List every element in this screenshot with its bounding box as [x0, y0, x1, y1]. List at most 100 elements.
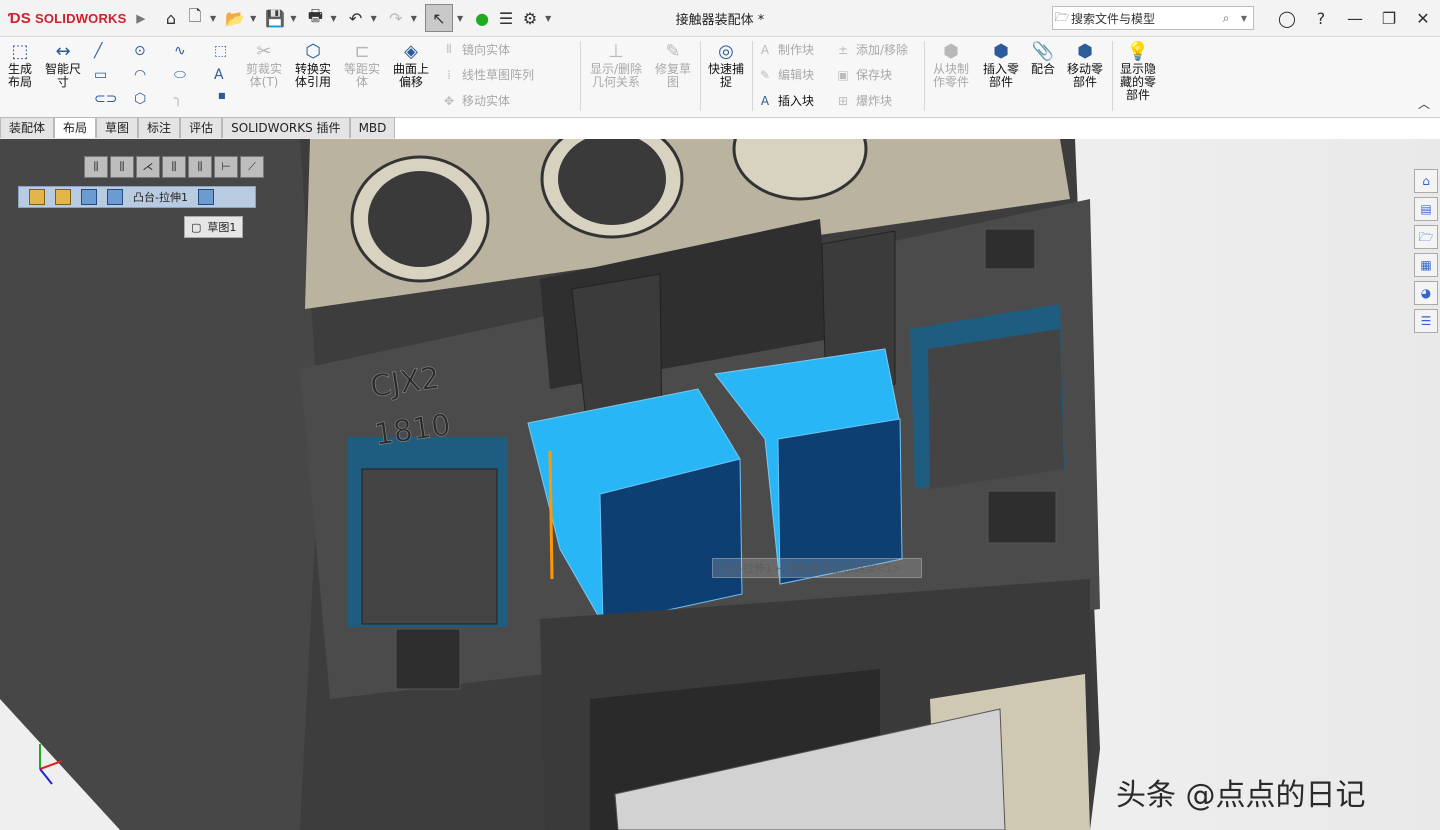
sketch-tool-icon[interactable]: ⟋	[240, 156, 264, 178]
file-properties-icon[interactable]: ☰	[495, 5, 517, 31]
ellipse-icon[interactable]: ⬭	[174, 67, 186, 83]
part-icon[interactable]	[81, 189, 97, 205]
tab-addins[interactable]: SOLIDWORKS 插件	[222, 117, 350, 138]
undo-icon[interactable]: ↶	[345, 5, 367, 31]
sketch-tool-icon[interactable]: ⋌	[136, 156, 160, 178]
explode-icon: ⊞	[837, 93, 849, 108]
new-file-icon[interactable]: 🗋	[184, 5, 206, 31]
print-icon[interactable]: 🖶	[304, 5, 326, 31]
fillet-icon[interactable]: ╮	[174, 91, 182, 107]
tab-markup[interactable]: 标注	[138, 117, 181, 138]
restore-icon[interactable]: ❐	[1372, 9, 1406, 28]
tab-layout[interactable]: 布局	[54, 117, 97, 138]
search-input[interactable]: 搜索文件与模型	[1071, 10, 1217, 27]
home-icon[interactable]: ⌂	[160, 5, 182, 31]
tab-assembly[interactable]: 装配体	[0, 117, 55, 138]
offset-icon: ⊏	[354, 41, 370, 62]
tab-evaluate[interactable]: 评估	[180, 117, 223, 138]
chevron-down-icon[interactable]: ▼	[290, 14, 296, 23]
custom-properties-icon[interactable]: ☰	[1414, 309, 1438, 333]
construction-icon[interactable]: ⬚	[214, 43, 227, 59]
create-layout-button[interactable]: ⬚ 生成布局	[4, 41, 36, 89]
tab-sketch[interactable]: 草图	[96, 117, 139, 138]
chevron-down-icon[interactable]: ▼	[411, 14, 417, 23]
offset-entities-button[interactable]: ⊏ 等距实体	[342, 41, 382, 89]
rectangle-icon[interactable]: ▭	[94, 67, 107, 83]
search-box[interactable]: 🗁 搜索文件与模型 ⌕ ▼	[1052, 6, 1254, 30]
sketch-tool-icon[interactable]: ⫼	[162, 156, 186, 178]
redo-icon[interactable]: ↷	[385, 5, 407, 31]
edit-block-button[interactable]: ✎ 编辑块	[756, 66, 814, 83]
repair-sketch-button[interactable]: ✎ 修复草图	[652, 41, 694, 89]
chevron-down-icon[interactable]: ▼	[210, 14, 216, 23]
spline-icon[interactable]: ∿	[174, 43, 186, 59]
collapse-ribbon-icon[interactable]: ︿	[1418, 95, 1430, 112]
convert-entities-button[interactable]: ⬡ 转换实体引用	[292, 41, 334, 89]
chevron-down-icon[interactable]: ▼	[545, 14, 551, 23]
explode-block-button[interactable]: ⊞ 爆炸块	[834, 92, 892, 109]
show-hidden-components-button[interactable]: 💡 显示隐藏的零部件	[1116, 41, 1160, 102]
arc-icon[interactable]: ◠	[134, 67, 146, 83]
trim-entities-button[interactable]: ✂ 剪裁实体(T)	[244, 41, 284, 89]
chevron-down-icon[interactable]: ▼	[457, 14, 463, 23]
chevron-down-icon[interactable]: ▼	[1235, 14, 1253, 23]
quick-snaps-button[interactable]: ◎ 快速捕捉	[704, 41, 748, 89]
gear-icon[interactable]: ⚙	[519, 5, 541, 31]
repair-icon: ✎	[665, 41, 681, 62]
tab-mbd[interactable]: MBD	[349, 117, 396, 138]
rebuild-traffic-light-icon[interactable]: ●	[471, 5, 493, 31]
display-relations-button[interactable]: ⊥ 显示/删除几何关系	[586, 41, 646, 89]
assembly-icon[interactable]	[29, 189, 45, 205]
save-icon[interactable]: 💾	[264, 5, 286, 31]
solidworks-logo[interactable]: ƊS SOLIDWORKS ▶	[0, 10, 145, 27]
design-library-icon[interactable]: ▤	[1414, 197, 1438, 221]
graphics-area[interactable]: CJX2 1810 凸台-拉伸1 ← 接触器下部桥路架<1> ⤢ 🔍 ↺ ◧ ◫…	[0, 139, 1440, 830]
user-icon[interactable]: ◯	[1270, 9, 1304, 28]
select-pointer-icon[interactable]: ↖	[424, 4, 453, 32]
add-remove-button[interactable]: ± 添加/移除	[834, 41, 908, 58]
move-component-button[interactable]: ⬢ 移动零部件	[1062, 41, 1108, 89]
close-icon[interactable]: ✕	[1406, 9, 1440, 28]
add-remove-icon: ±	[837, 42, 849, 57]
line-icon[interactable]: ╱	[94, 43, 102, 59]
sketch-tool-icon[interactable]: ⫼	[110, 156, 134, 178]
insert-component-button[interactable]: ⬢ 插入零部件	[978, 41, 1024, 89]
make-block-button[interactable]: A 制作块	[756, 41, 814, 58]
chevron-down-icon[interactable]: ▼	[371, 14, 377, 23]
sketch-tool-icon[interactable]: ⫼	[188, 156, 212, 178]
feature-icon[interactable]	[197, 189, 214, 205]
home-icon[interactable]: ⌂	[1414, 169, 1438, 193]
search-icon[interactable]: ⌕	[1217, 11, 1235, 26]
chevron-down-icon[interactable]: ▼	[330, 14, 336, 23]
insert-block-button[interactable]: A 插入块	[756, 92, 814, 109]
view-palette-icon[interactable]: ▦	[1414, 253, 1438, 277]
text-icon[interactable]: A	[214, 67, 224, 83]
mate-button[interactable]: 📎 配合	[1028, 41, 1058, 76]
file-explorer-icon[interactable]: 🗁	[1414, 225, 1438, 249]
minimize-icon[interactable]: —	[1338, 9, 1372, 28]
move-entities-button[interactable]: ✥ 移动实体	[440, 92, 510, 109]
chevron-down-icon[interactable]: ▼	[250, 14, 256, 23]
help-icon[interactable]: ?	[1304, 9, 1338, 28]
point-icon[interactable]: ■	[218, 91, 226, 100]
part-icon[interactable]	[107, 189, 123, 205]
make-part-from-block-button[interactable]: ⬢ 从块制作零件	[928, 41, 974, 89]
appearances-icon[interactable]: ◕	[1414, 281, 1438, 305]
slot-icon[interactable]: ⊂⊃	[94, 91, 117, 107]
quick-access-toolbar: ⌂ 🗋 ▼ 📂 ▼ 💾 ▼ 🖶 ▼ ↶ ▼ ↷ ▼ ↖ ▼ ● ☰ ⚙ ▼	[160, 4, 557, 32]
offset-on-surface-button[interactable]: ◈ 曲面上偏移	[390, 41, 432, 89]
sketch-tool-icon[interactable]: ⫼	[84, 156, 108, 178]
menu-expand-icon[interactable]: ▶	[137, 12, 146, 25]
linear-pattern-icon: ⁞	[447, 67, 451, 82]
smart-dimension-button[interactable]: ↔ 智能尺寸	[42, 41, 84, 89]
open-file-icon[interactable]: 📂	[224, 5, 246, 31]
circle-icon[interactable]: ⊙	[134, 43, 146, 59]
subassembly-icon[interactable]	[55, 189, 71, 205]
breadcrumb-feature[interactable]: 凸台-拉伸1	[133, 189, 188, 205]
save-block-button[interactable]: ▣ 保存块	[834, 66, 892, 83]
mirror-entities-button[interactable]: ⫴ 镜向实体	[440, 41, 510, 58]
breadcrumb-sketch[interactable]: ▢ 草图1	[184, 216, 244, 238]
polygon-icon[interactable]: ⬡	[134, 91, 146, 107]
linear-pattern-button[interactable]: ⁞ 线性草图阵列	[440, 66, 534, 83]
sketch-tool-icon[interactable]: ⊢	[214, 156, 238, 178]
